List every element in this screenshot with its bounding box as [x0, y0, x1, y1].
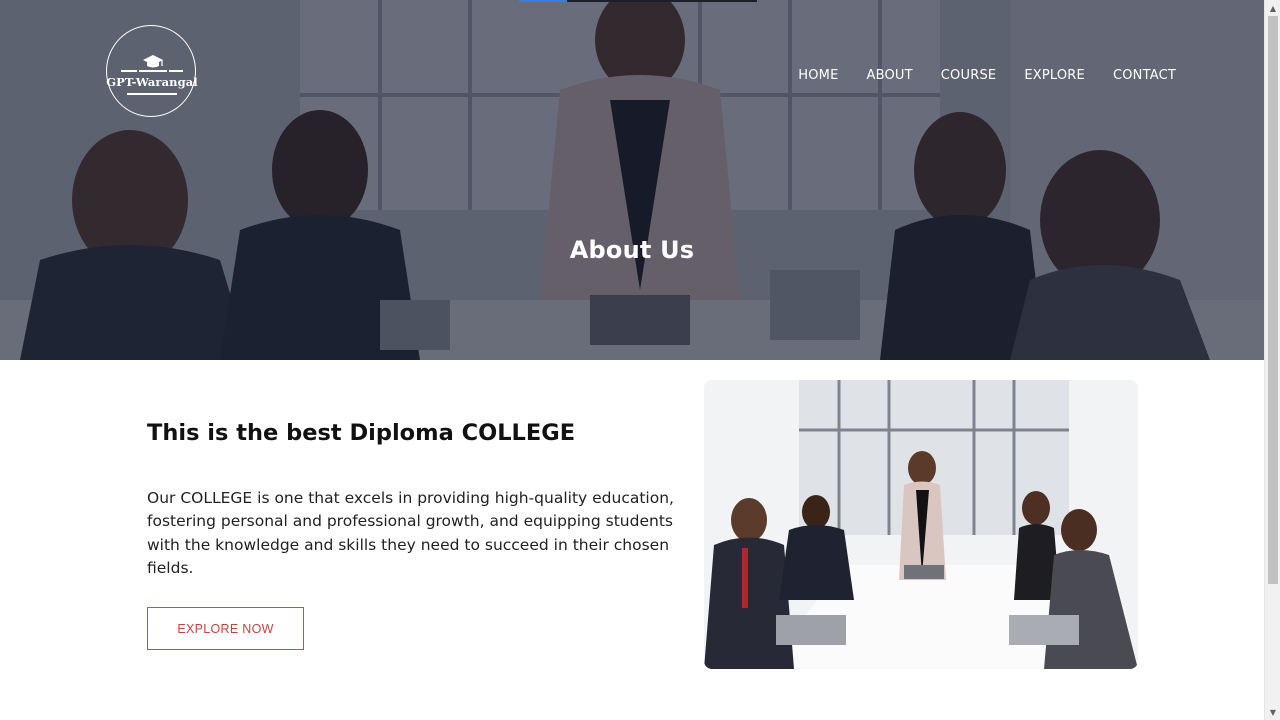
hero-banner: GPT-Warangal HOME ABOUT COURSE EXPLORE C… [0, 0, 1264, 360]
nav-course[interactable]: COURSE [941, 68, 997, 83]
page-title: About Us [569, 236, 695, 264]
explore-now-button[interactable]: EXPLORE NOW [147, 607, 304, 650]
vertical-scrollbar[interactable]: ▲ ▼ [1264, 0, 1280, 720]
nav-about[interactable]: ABOUT [867, 68, 913, 83]
about-photo [704, 380, 1138, 669]
top-accent-bar [519, 0, 567, 2]
logo-text: GPT-Warangal [106, 75, 198, 89]
scroll-up-icon[interactable]: ▲ [1265, 0, 1280, 16]
nav-explore[interactable]: EXPLORE [1024, 68, 1085, 83]
about-heading: This is the best Diploma COLLEGE [147, 420, 576, 446]
site-logo[interactable]: GPT-Warangal [106, 25, 198, 117]
about-description: Our COLLEGE is one that excels in provid… [147, 489, 674, 577]
scroll-down-icon[interactable]: ▼ [1265, 704, 1280, 720]
scrollbar-thumb[interactable] [1268, 16, 1278, 584]
main-nav: HOME ABOUT COURSE EXPLORE CONTACT [798, 68, 1176, 83]
top-accent-bar-dark [567, 0, 757, 2]
nav-home[interactable]: HOME [798, 68, 838, 83]
nav-contact[interactable]: CONTACT [1113, 68, 1176, 83]
